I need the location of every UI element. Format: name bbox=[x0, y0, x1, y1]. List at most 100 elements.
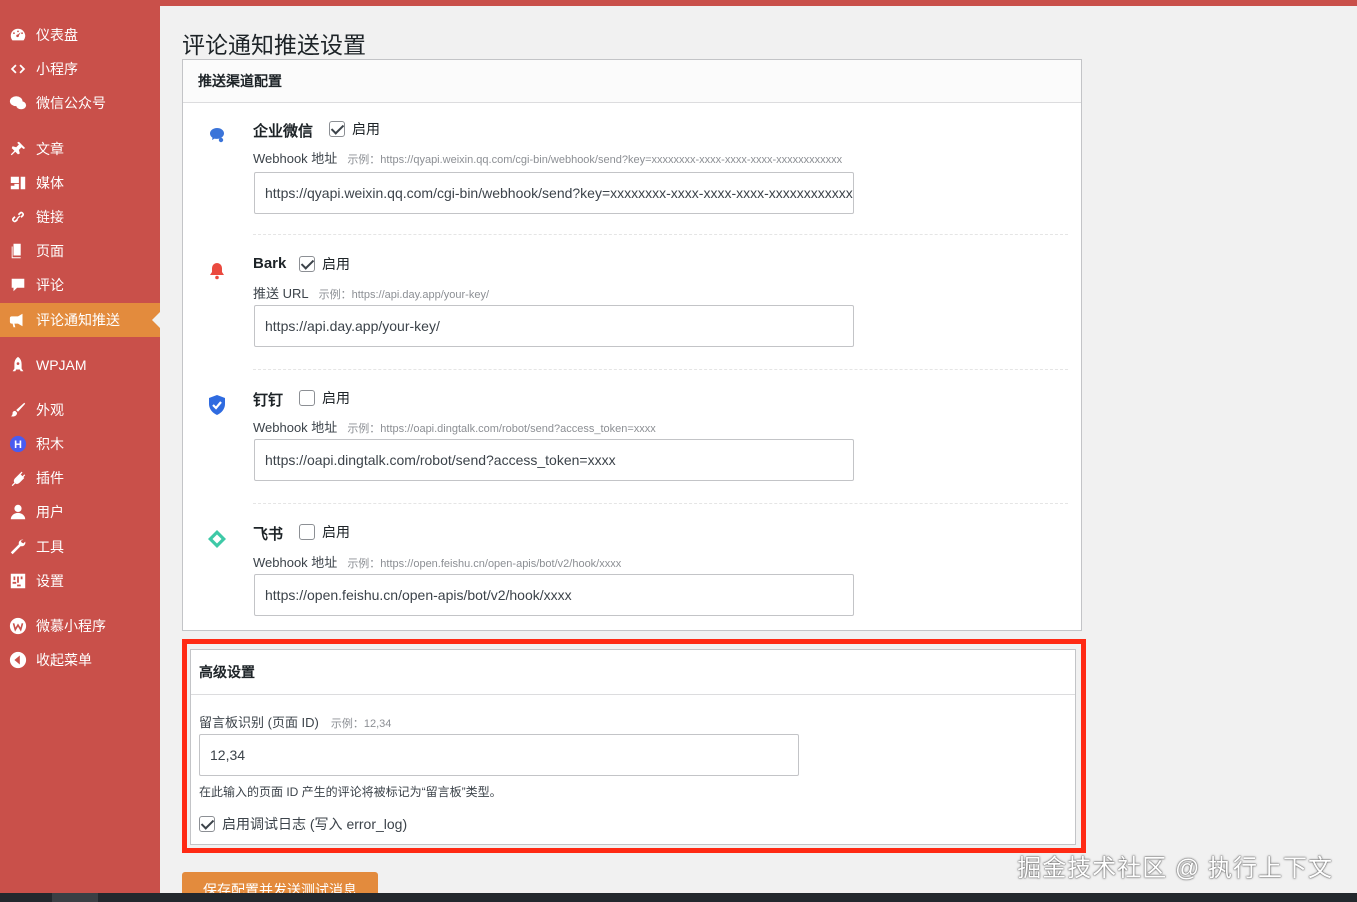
plugin-icon bbox=[8, 468, 28, 488]
sidebar-item-collapse[interactable]: 收起菜单 bbox=[0, 643, 160, 677]
code-icon bbox=[8, 59, 28, 79]
checkbox-box[interactable] bbox=[199, 816, 215, 832]
weimu-icon bbox=[8, 616, 28, 636]
watermark: 掘金技术社区 @ 执行上下文 bbox=[1017, 855, 1333, 882]
channel-name: 钉钉 bbox=[253, 392, 284, 409]
field-label-row: Webhook 地址 示例：https://qyapi.weixin.qq.com… bbox=[253, 148, 842, 167]
sidebar-item-pages[interactable]: 页面 bbox=[0, 234, 160, 268]
board-help-text: 在此输入的页面 ID 产生的评论将被标记为“留言板”类型。 bbox=[199, 785, 502, 799]
sidebar-item-label: 外观 bbox=[36, 402, 64, 418]
sidebar-item-label: WPJAM bbox=[36, 357, 87, 373]
channels-panel-heading: 推送渠道配置 bbox=[183, 60, 1081, 103]
enable-label: 启用 bbox=[322, 256, 350, 272]
channel-name: 企业微信 bbox=[253, 123, 314, 140]
sidebar-item-label: 工具 bbox=[36, 539, 64, 555]
field-example: 示例：https://oapi.dingtalk.com/robot/send?… bbox=[347, 423, 656, 435]
field-example: 示例：https://api.day.app/your-key/ bbox=[318, 289, 489, 301]
sidebar-item-label: 收起菜单 bbox=[36, 652, 92, 668]
blocks-icon: H bbox=[8, 434, 28, 454]
sidebar-item-label: 文章 bbox=[36, 141, 64, 157]
sidebar-item-weimu[interactable]: 微慕小程序 bbox=[0, 609, 160, 643]
sidebar-item-label: 设置 bbox=[36, 573, 64, 589]
sidebar-item-settings[interactable]: 设置 bbox=[0, 564, 160, 598]
sidebar-item-blocks[interactable]: H 积木 bbox=[0, 427, 160, 461]
sidebar-item-label: 积木 bbox=[36, 436, 64, 452]
wechat-icon bbox=[8, 93, 28, 113]
wrench-icon bbox=[8, 537, 28, 557]
link-icon bbox=[8, 207, 28, 227]
sidebar-item-label: 用户 bbox=[36, 504, 64, 520]
sidebar-item-label: 媒体 bbox=[36, 175, 64, 191]
top-admin-bar bbox=[0, 0, 1357, 6]
field-label-row: 推送 URL 示例：https://api.day.app/your-key/ bbox=[253, 283, 489, 302]
divider bbox=[253, 234, 1068, 235]
brush-icon bbox=[8, 400, 28, 420]
channel-name: Bark bbox=[253, 255, 287, 272]
media-icon bbox=[8, 173, 28, 193]
advanced-panel: 高级设置 留言板识别 (页面 ID) 示例：12,34 12,34 在此输入的页面… bbox=[190, 649, 1076, 845]
sidebar-item-label: 链接 bbox=[36, 209, 64, 225]
feishu-diamond-icon bbox=[205, 527, 229, 551]
sidebar-item-miniprogram[interactable]: 小程序 bbox=[0, 52, 160, 86]
debug-log-checkbox[interactable]: 启用调试日志 (写入 error_log) bbox=[199, 814, 407, 834]
webhook-input[interactable]: https://open.feishu.cn/open-apis/bot/v2/… bbox=[254, 574, 854, 616]
field-example: 示例：https://open.feishu.cn/open-apis/bot/… bbox=[347, 558, 622, 570]
sidebar-item-label: 微信公众号 bbox=[36, 95, 106, 111]
comment-icon bbox=[8, 275, 28, 295]
sidebar-item-appearance[interactable]: 外观 bbox=[0, 393, 160, 427]
sidebar-item-label: 评论通知推送 bbox=[36, 312, 120, 328]
collapse-icon bbox=[8, 650, 28, 670]
sidebar-item-label: 评论 bbox=[36, 277, 64, 293]
debug-log-label: 启用调试日志 (写入 error_log) bbox=[222, 816, 408, 832]
sidebar-item-comment-push[interactable]: 评论通知推送 bbox=[0, 303, 160, 337]
channels-panel: 推送渠道配置 企业微信 启用 Webhook 地址 示例：https://qyap… bbox=[182, 59, 1082, 631]
sidebar-item-posts[interactable]: 文章 bbox=[0, 132, 160, 166]
advanced-panel-heading: 高级设置 bbox=[191, 650, 1075, 695]
sidebar-item-wechat[interactable]: 微信公众号 bbox=[0, 86, 160, 120]
page-title: 评论通知推送设置 bbox=[182, 32, 366, 58]
enable-checkbox[interactable]: 启用 bbox=[299, 522, 350, 542]
board-example: 示例：12,34 bbox=[330, 718, 392, 730]
sidebar-item-plugins[interactable]: 插件 bbox=[0, 461, 160, 495]
webhook-input[interactable]: https://oapi.dingtalk.com/robot/send?acc… bbox=[254, 439, 854, 481]
user-icon bbox=[8, 502, 28, 522]
field-label: Webhook 地址 bbox=[253, 420, 338, 435]
push-url-input[interactable]: https://api.day.app/your-key/ bbox=[254, 305, 854, 347]
bell-icon bbox=[205, 259, 229, 283]
board-label-row: 留言板识别 (页面 ID) 示例：12,34 bbox=[199, 712, 391, 731]
sidebar-item-wpjam[interactable]: WPJAM bbox=[0, 348, 160, 382]
sidebar-item-label: 页面 bbox=[36, 243, 64, 259]
field-label: 推送 URL bbox=[253, 286, 309, 301]
divider bbox=[253, 369, 1068, 370]
sidebar-item-tools[interactable]: 工具 bbox=[0, 530, 160, 564]
checkbox-box[interactable] bbox=[299, 390, 315, 406]
sidebar-item-dashboard[interactable]: 仪表盘 bbox=[0, 18, 160, 52]
sidebar-item-comments[interactable]: 评论 bbox=[0, 268, 160, 302]
enable-checkbox[interactable]: 启用 bbox=[299, 388, 350, 408]
sidebar-item-users[interactable]: 用户 bbox=[0, 495, 160, 529]
board-page-id-input[interactable]: 12,34 bbox=[199, 734, 799, 776]
field-label-row: Webhook 地址 示例：https://open.feishu.cn/open… bbox=[253, 552, 621, 571]
megaphone-icon bbox=[8, 310, 28, 330]
enable-checkbox[interactable]: 启用 bbox=[299, 254, 350, 274]
checkbox-box[interactable] bbox=[299, 256, 315, 272]
checkbox-box[interactable] bbox=[299, 524, 315, 540]
taskbar-item[interactable] bbox=[52, 893, 98, 902]
sidebar-item-media[interactable]: 媒体 bbox=[0, 166, 160, 200]
enable-checkbox[interactable]: 启用 bbox=[329, 119, 380, 139]
channel-name: 飞书 bbox=[253, 526, 284, 543]
field-label: Webhook 地址 bbox=[253, 555, 338, 570]
enable-label: 启用 bbox=[322, 524, 350, 540]
field-example: 示例：https://qyapi.weixin.qq.com/cgi-bin/w… bbox=[347, 154, 843, 166]
sidebar-item-label: 插件 bbox=[36, 470, 64, 486]
page-icon bbox=[8, 241, 28, 261]
webhook-input[interactable]: https://qyapi.weixin.qq.com/cgi-bin/webh… bbox=[254, 172, 854, 214]
divider bbox=[253, 503, 1068, 504]
sidebar-item-links[interactable]: 链接 bbox=[0, 200, 160, 234]
checkbox-box[interactable] bbox=[329, 121, 345, 137]
settings-icon bbox=[8, 571, 28, 591]
enable-label: 启用 bbox=[322, 390, 350, 406]
board-label: 留言板识别 (页面 ID) bbox=[199, 715, 319, 730]
admin-sidebar: 仪表盘 小程序 微信公众号 文章 媒体 链接 页面 评论 评论通知推送 WPJA… bbox=[0, 6, 160, 902]
wecom-icon bbox=[205, 124, 229, 148]
